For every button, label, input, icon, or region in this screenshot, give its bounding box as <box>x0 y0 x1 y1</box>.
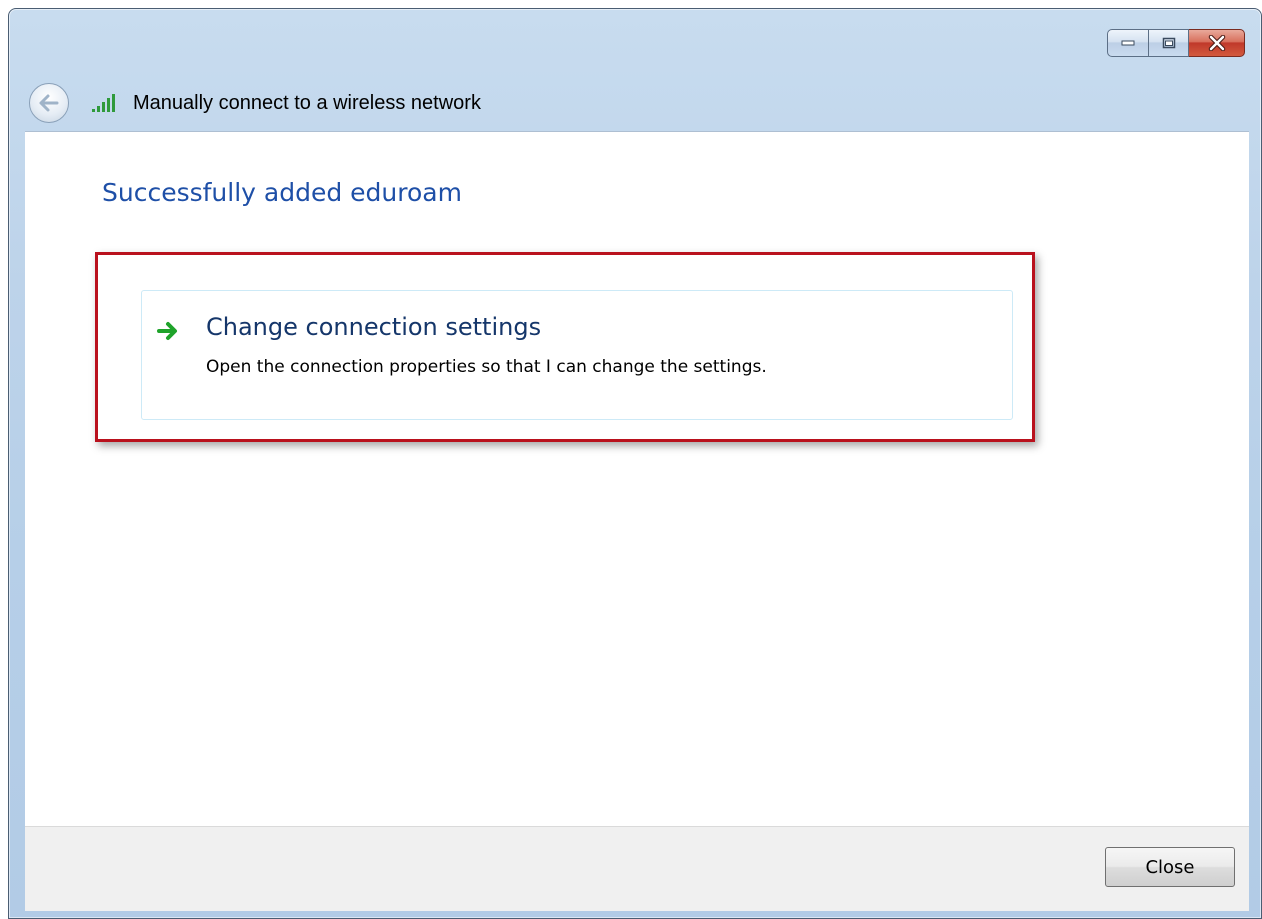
header-row: Manually connect to a wireless network <box>29 81 481 125</box>
green-arrow-icon <box>157 322 177 340</box>
close-icon <box>1208 35 1225 51</box>
maximize-button[interactable] <box>1149 29 1189 57</box>
window-title: Manually connect to a wireless network <box>133 91 481 114</box>
wireless-signal-icon <box>91 93 119 113</box>
dialog-window: Manually connect to a wireless network S… <box>8 8 1262 919</box>
page-heading: Successfully added eduroam <box>102 178 462 207</box>
minimize-button[interactable] <box>1107 29 1149 57</box>
footer-bar: Close <box>25 826 1249 911</box>
maximize-icon <box>1162 37 1175 49</box>
change-connection-settings-link[interactable]: Change connection settings Open the conn… <box>141 290 1013 420</box>
back-arrow-icon <box>39 94 59 112</box>
caption-buttons <box>1107 29 1245 59</box>
close-button[interactable]: Close <box>1105 847 1235 887</box>
content-area: Successfully added eduroam Change connec… <box>25 131 1249 827</box>
minimize-icon <box>1121 40 1135 46</box>
window-close-button[interactable] <box>1189 29 1245 57</box>
back-button[interactable] <box>29 83 69 123</box>
command-link-title: Change connection settings <box>206 313 542 341</box>
command-link-description: Open the connection properties so that I… <box>206 357 767 377</box>
